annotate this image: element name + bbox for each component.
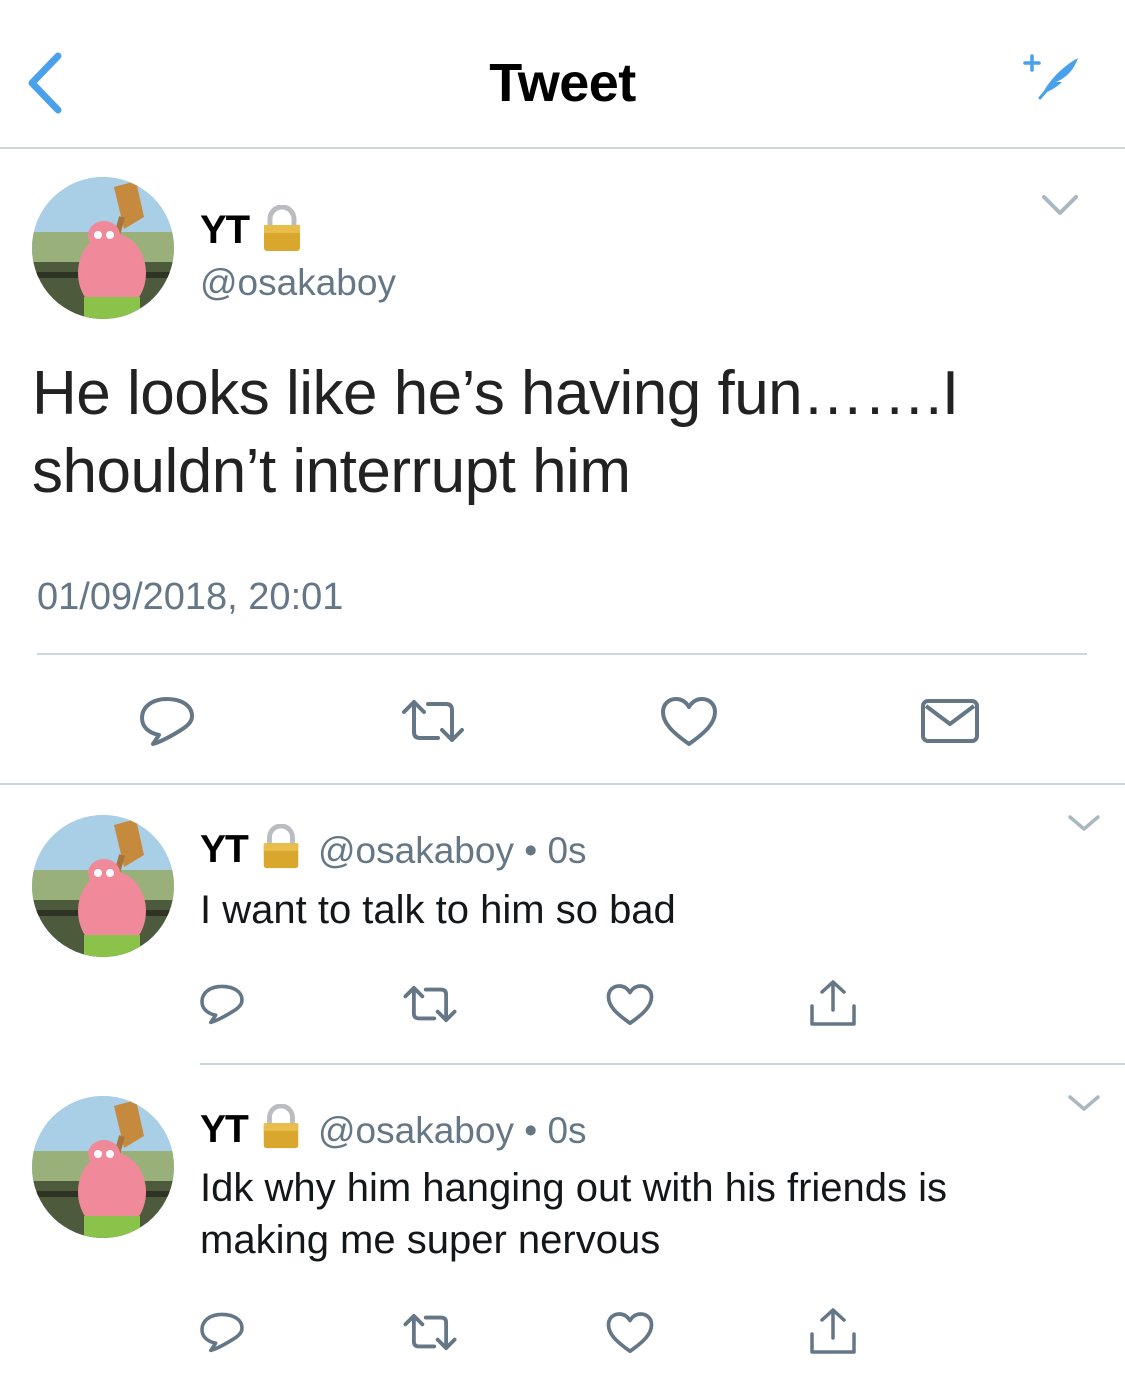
page-title: Tweet — [489, 53, 636, 113]
lock-icon — [263, 1104, 299, 1149]
reply-icon[interactable] — [198, 982, 246, 1026]
tweet-text: He looks like he’s having fun…….I should… — [32, 355, 1092, 511]
tweet-text: Idk why him hanging out with his friends… — [200, 1166, 948, 1262]
chevron-down-icon[interactable] — [1040, 193, 1080, 217]
share-icon[interactable] — [808, 1306, 858, 1356]
handle-time[interactable]: @osakaboy • 0s — [318, 1110, 587, 1152]
share-icon[interactable] — [808, 978, 858, 1028]
retweet-icon[interactable] — [402, 984, 458, 1024]
retweet-icon[interactable] — [402, 1312, 458, 1352]
display-name[interactable]: YT — [200, 1108, 249, 1152]
reply-icon[interactable] — [137, 695, 197, 747]
divider — [200, 1063, 1125, 1065]
divider — [0, 783, 1125, 785]
avatar[interactable] — [32, 1096, 174, 1238]
reply-icon[interactable] — [198, 1310, 246, 1354]
tweet-text: I want to talk to him so bad — [200, 888, 676, 932]
lock-icon — [263, 824, 299, 869]
avatar[interactable] — [32, 815, 174, 957]
compose-sparkle-icon[interactable] — [1022, 52, 1082, 104]
retweet-icon[interactable] — [400, 698, 466, 744]
timestamp: 01/09/2018, 20:01 — [37, 576, 344, 618]
avatar[interactable] — [32, 177, 174, 319]
message-icon[interactable] — [920, 698, 980, 744]
chevron-down-icon[interactable] — [1066, 813, 1102, 833]
like-icon[interactable] — [606, 1311, 654, 1355]
like-icon[interactable] — [660, 696, 718, 748]
handle[interactable]: @osakaboy — [200, 262, 396, 304]
chevron-down-icon[interactable] — [1066, 1093, 1102, 1113]
display-name[interactable]: YT — [200, 828, 249, 872]
lock-icon — [264, 205, 300, 251]
like-icon[interactable] — [606, 983, 654, 1027]
display-name[interactable]: YT — [200, 208, 250, 253]
tweet-text-line: He looks like he’s having fun…….I — [32, 359, 959, 428]
divider — [37, 653, 1087, 655]
handle-time[interactable]: @osakaboy • 0s — [318, 830, 587, 872]
tweet-text-line: shouldn’t interrupt him — [32, 437, 631, 506]
